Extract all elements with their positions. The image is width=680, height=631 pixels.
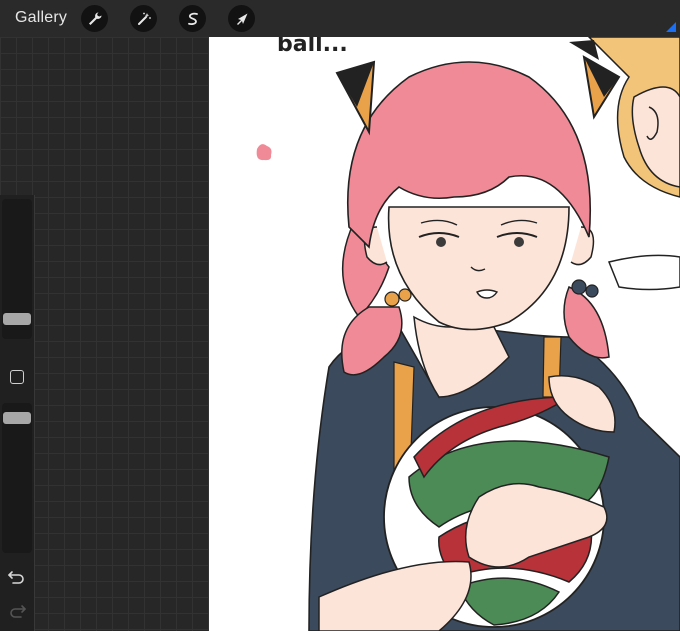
actions-button[interactable] [81,5,108,32]
brush-opacity-slider[interactable] [2,403,32,553]
top-toolbar: Gallery [0,0,680,37]
artwork: ball... [256,37,680,631]
drawing-canvas[interactable]: ball... [209,37,680,631]
gallery-button[interactable]: Gallery [15,9,67,27]
brush-opacity-thumb[interactable] [3,411,31,424]
modify-button[interactable] [10,370,24,384]
selection-button[interactable] [179,5,206,32]
adjustments-button[interactable] [130,5,157,32]
brush-indicator-icon[interactable] [666,22,676,32]
arrow-cursor-icon [236,13,247,25]
undo-arrow-icon[interactable] [7,569,27,585]
redo-arrow-icon[interactable] [7,603,27,619]
handwritten-text: ball... [277,37,348,57]
transform-button[interactable] [228,5,255,32]
brush-size-slider[interactable] [2,199,32,339]
wrench-icon [88,12,101,25]
paint-blob [256,144,272,161]
selection-s-icon [187,12,198,25]
brush-size-thumb[interactable] [3,312,31,325]
magic-wand-icon [137,12,151,25]
sidebar [0,195,35,631]
